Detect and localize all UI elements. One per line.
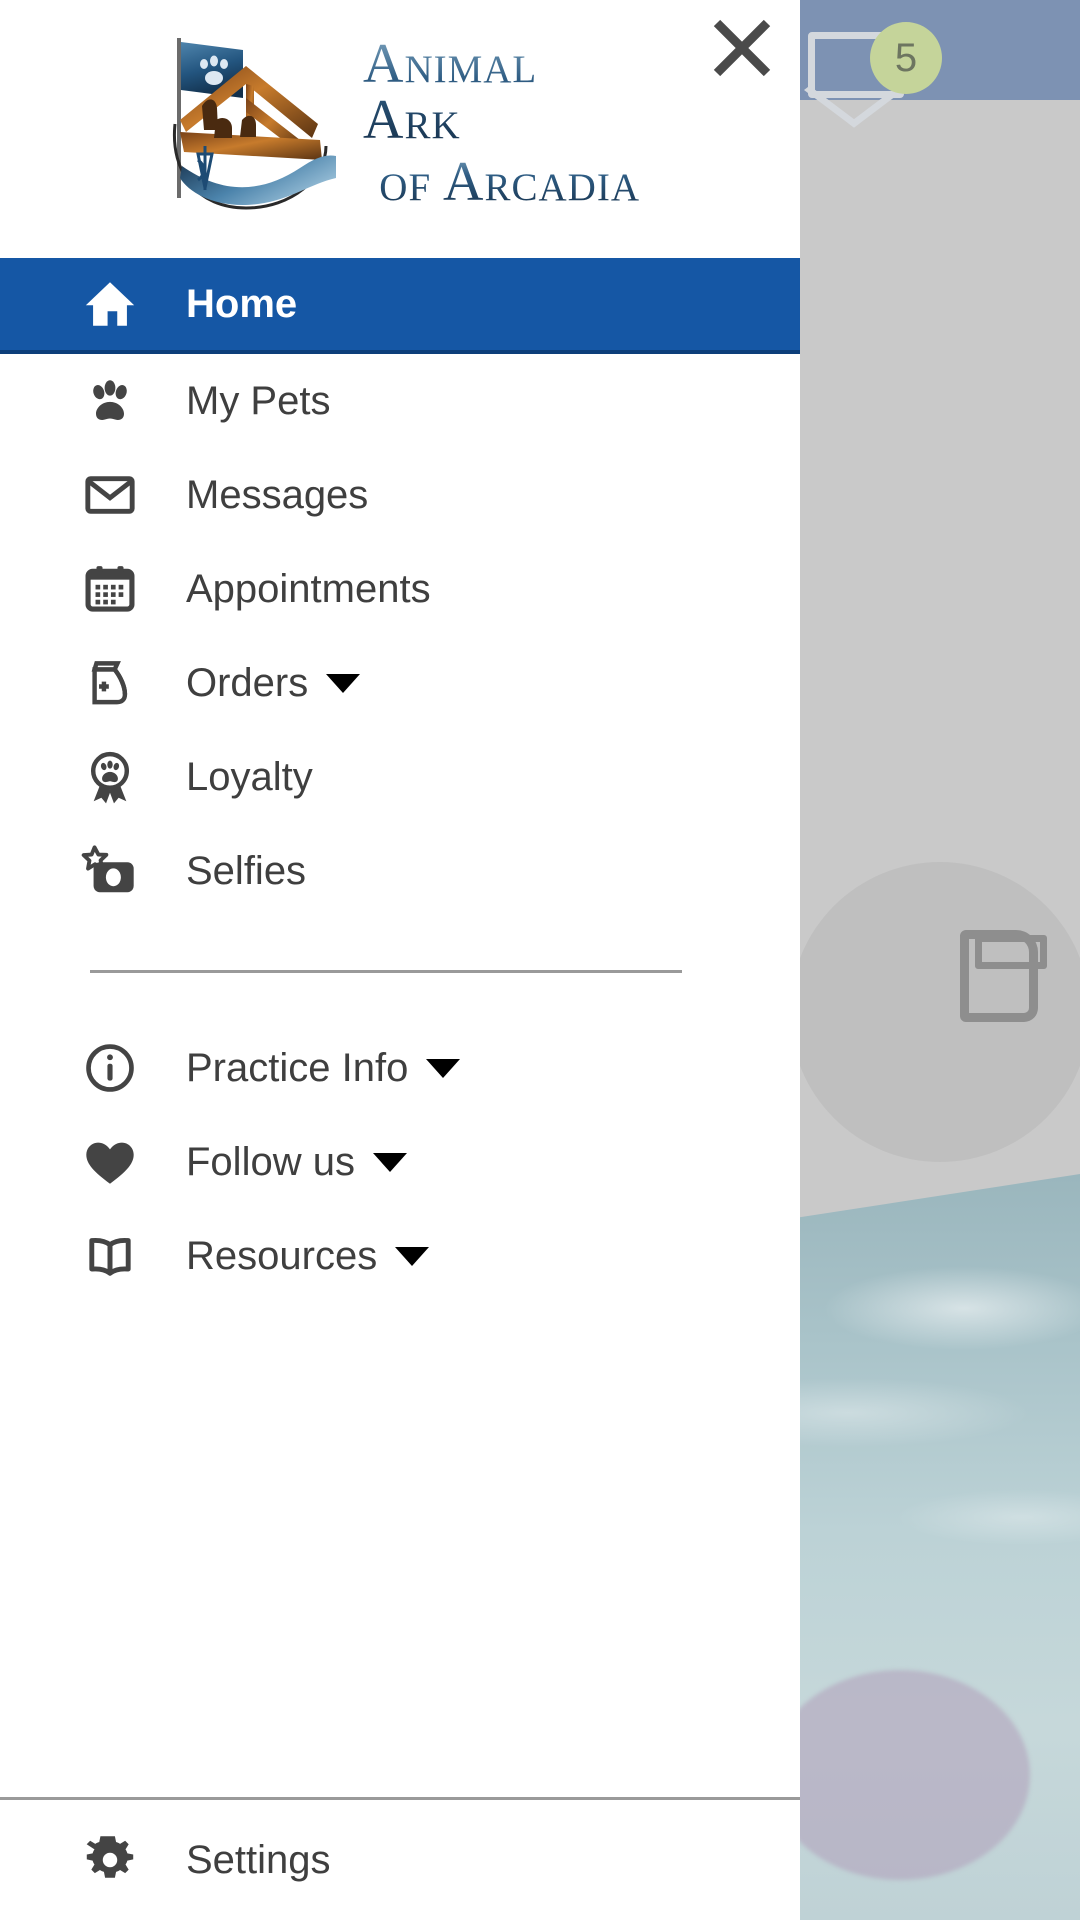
drawer-menu-list: Home My Pets Messages Appointments Order… [0,258,800,1797]
menu-item-label: Practice Info [186,1045,409,1090]
navigation-drawer: Animal Ark of Arcadia Home My Pets Messa… [0,0,800,1920]
menu-item-label: Follow us [186,1139,355,1184]
photo-highlight-blob [790,1670,1030,1880]
background-messages-button[interactable]: 5 [803,22,942,128]
camera-star-icon [72,842,148,900]
menu-item-label: Home [186,281,298,326]
menu-item-label: Loyalty [186,754,313,799]
brand-name-line-2: of Arcadia [379,151,640,213]
chevron-down-icon[interactable] [372,1152,407,1172]
close-x-icon [711,17,773,79]
menu-item-selfies[interactable]: Selfies [0,824,800,918]
menu-item-label: Selfies [186,848,307,893]
drawer-footer: Settings [0,1797,800,1920]
paw-print-icon [72,373,148,429]
menu-item-loyalty[interactable]: Loyalty [0,730,800,824]
menu-item-label: Settings [186,1837,331,1882]
menu-item-appointments[interactable]: Appointments [0,542,800,636]
menu-item-home[interactable]: Home [0,258,800,354]
envelope-icon [72,467,148,523]
brand-logo: Animal Ark of Arcadia [150,28,640,218]
award-paw-icon [72,749,148,805]
menu-item-label: My Pets [186,378,331,423]
menu-item-label: Messages [186,472,369,517]
chevron-down-icon[interactable] [426,1058,461,1078]
water-surface-photo [790,1174,1080,1920]
gear-icon [72,1832,148,1888]
calendar-icon [72,561,148,617]
drawer-header: Animal Ark of Arcadia [0,0,800,258]
info-circle-icon [72,1040,148,1096]
menu-item-label: Resources [186,1233,378,1278]
menu-item-label: Appointments [186,566,431,611]
close-drawer-button[interactable] [702,8,782,88]
ark-boat-logo [150,28,345,218]
menu-section-divider [90,970,682,973]
unread-count-badge: 5 [870,22,942,94]
food-bag-icon [960,930,1047,1022]
chevron-down-icon[interactable] [326,673,361,693]
chevron-down-icon[interactable] [395,1246,430,1266]
open-book-icon [72,1228,148,1284]
food-bag-icon [72,655,148,711]
home-icon [72,275,148,333]
menu-item-messages[interactable]: Messages [0,448,800,542]
menu-item-label: Orders [186,660,309,705]
menu-item-orders[interactable]: Orders [0,636,800,730]
heart-icon [72,1133,148,1191]
menu-item-my-pets[interactable]: My Pets [0,354,800,448]
brand-wordmark: Animal Ark of Arcadia [363,36,640,210]
brand-name-line-1: Animal Ark [363,36,640,148]
menu-item-resources[interactable]: Resources [0,1209,800,1303]
menu-item-settings[interactable]: Settings [0,1800,800,1920]
menu-item-practice-info[interactable]: Practice Info [0,1021,800,1115]
menu-item-follow-us[interactable]: Follow us [0,1115,800,1209]
